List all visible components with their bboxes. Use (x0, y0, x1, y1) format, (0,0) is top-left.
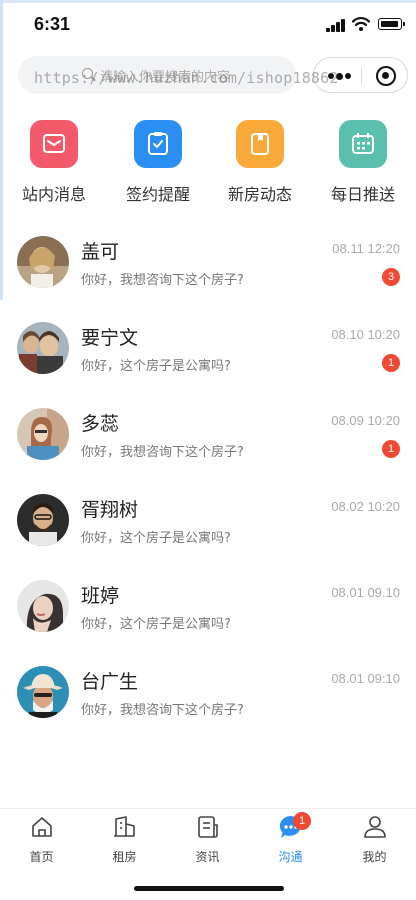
tab-mine[interactable]: 我的 (333, 815, 416, 865)
contact-name: 台广生 (81, 671, 139, 693)
message-preview: 你好，这个房子是公寓吗? (81, 617, 231, 632)
list-item[interactable]: 胥翔树 08.02 10:20 你好，这个房子是公寓吗? (0, 486, 416, 572)
category-new-house-news[interactable]: 新房动态 (208, 120, 312, 205)
chat-unread-badge: 1 (293, 812, 311, 830)
category-site-messages[interactable]: 站内消息 (2, 120, 106, 205)
battery-icon (378, 18, 405, 30)
message-preview: 你好，我想咨询下这个房子? (81, 703, 244, 718)
document-icon (236, 120, 284, 168)
category-label: 每日推送 (330, 185, 395, 204)
category-daily-push[interactable]: 每日推送 (311, 120, 415, 205)
message-time: 08.01 09.10 (331, 585, 400, 600)
search-icon (82, 68, 93, 79)
list-item[interactable]: 要宁文 08.10 10:20 你好，这个房子是公寓吗? 1 (0, 314, 416, 400)
user-icon (363, 816, 386, 838)
category-label: 新房动态 (227, 185, 292, 204)
avatar (17, 580, 69, 632)
tab-rent[interactable]: 租房 (83, 815, 166, 865)
category-label: 签约提醒 (125, 185, 190, 204)
tab-label: 我的 (362, 850, 387, 864)
close-target-icon[interactable] (376, 66, 396, 86)
category-signing-reminder[interactable]: 签约提醒 (106, 120, 210, 205)
more-icon[interactable] (328, 72, 351, 80)
contact-name: 多蕊 (81, 413, 120, 435)
avatar (17, 236, 69, 288)
category-label: 站内消息 (21, 185, 86, 204)
tab-label: 沟通 (278, 850, 303, 864)
contact-name: 班婷 (81, 585, 120, 607)
news-icon (197, 816, 218, 838)
capsule-divider (361, 67, 362, 85)
tab-news[interactable]: 资讯 (166, 815, 249, 865)
category-grid: 站内消息 签约提醒 新房动态 每日推送 (0, 120, 416, 210)
message-time: 08.01 09:10 (331, 671, 400, 686)
avatar (17, 408, 69, 460)
message-time: 08.02 10:20 (331, 499, 400, 514)
message-preview: 你好，这个房子是公寓吗? (81, 531, 231, 546)
building-icon (113, 816, 135, 837)
avatar (17, 494, 69, 546)
list-item[interactable]: 多蕊 08.09 10:20 你好，我想咨询下这个房子? 1 (0, 400, 416, 486)
envelope-icon (30, 120, 78, 168)
list-item[interactable]: 班婷 08.01 09.10 你好，这个房子是公寓吗? (0, 572, 416, 658)
message-time: 08.10 10:20 (331, 327, 400, 342)
search-input[interactable]: 请输入你要搜索的内容 (18, 56, 296, 94)
unread-badge: 1 (382, 440, 400, 458)
home-indicator (134, 886, 284, 891)
status-bar: 6:31 (0, 0, 416, 48)
list-item[interactable]: 台广生 08.01 09:10 你好，我想咨询下这个房子? (0, 658, 416, 744)
signal-icon (326, 18, 346, 32)
checklist-icon (134, 120, 182, 168)
home-icon (31, 817, 52, 837)
status-time: 6:31 (34, 14, 71, 34)
message-preview: 你好，我想咨询下这个房子? (81, 273, 244, 288)
miniprogram-capsule (313, 57, 408, 93)
tab-label: 租房 (112, 850, 137, 864)
contact-name: 盖可 (81, 241, 120, 263)
contact-name: 要宁文 (81, 327, 139, 349)
message-preview: 你好，这个房子是公寓吗? (81, 359, 231, 374)
wifi-icon (352, 17, 370, 31)
list-item[interactable]: 盖可 08.11 12:20 你好，我想咨询下这个房子? 3 (0, 228, 416, 314)
search-placeholder: 请输入你要搜索的内容 (100, 70, 231, 85)
avatar (17, 666, 69, 718)
contact-name: 胥翔树 (81, 499, 139, 521)
tab-home[interactable]: 首页 (0, 815, 83, 865)
unread-badge: 3 (382, 268, 400, 286)
message-preview: 你好，我想咨询下这个房子? (81, 445, 244, 460)
avatar (17, 322, 69, 374)
message-time: 08.11 12:20 (332, 241, 400, 256)
message-time: 08.09 10:20 (331, 413, 400, 428)
unread-badge: 1 (382, 354, 400, 372)
tab-chat[interactable]: 1 沟通 (249, 812, 332, 865)
calendar-icon (339, 120, 387, 168)
tab-label: 资讯 (195, 850, 220, 864)
tab-label: 首页 (29, 850, 54, 864)
